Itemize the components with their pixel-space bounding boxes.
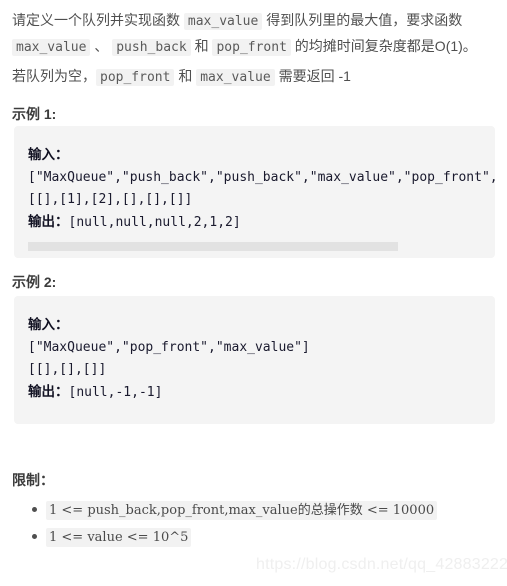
example-1-input-line-1: ["MaxQueue","push_back","push_back","max… [28,170,495,185]
limits-list: 1 <= push_back,pop_front,max_value的总操作数 … [0,498,507,552]
example-1-code-content: 输入： ["MaxQueue","push_back","push_back","… [14,126,495,248]
example-1-code-block[interactable]: 输入： ["MaxQueue","push_back","push_back","… [14,126,495,258]
problem-description-paragraph-1: 请定义一个队列并实现函数 max_value 得到队列里的最大值，要求函数 ma… [0,8,507,60]
list-item: 1 <= value <= 10^5 [32,525,497,550]
limit-item-2-code: 1 <= value <= 10^5 [46,528,192,547]
problem-description-paragraph-2: 若队列为空， pop_front 和 max_value 需要返回 -1 [0,64,507,90]
watermark: https://blog.csdn.net/qq_42883222 [256,556,507,573]
empty-queue-text-2: 和 [174,68,197,84]
example-2-input-line-1: ["MaxQueue","pop_front","max_value"] [28,340,310,355]
empty-queue-text-1: 若队列为空， [12,68,96,84]
empty-queue-text-3: 需要返回 -1 [274,68,351,84]
example-1-output-value: [null,null,null,2,1,2] [68,215,241,230]
example-1-horizontal-scrollbar[interactable] [28,242,481,251]
example-2-output-value: [null,-1,-1] [68,385,163,400]
scrollbar-thumb[interactable] [28,242,398,251]
description-text-2: 得到队列里的最大值，要求函数 [262,12,463,28]
inline-code-max-value-1: max_value [183,13,263,30]
description-text-3: 、 [90,38,113,54]
inline-code-pop-front: pop_front [212,39,291,56]
example-2-input-line-2: [[],[],[]] [28,362,107,377]
inline-code-max-value-2: max_value [12,39,91,56]
description-text-5: 的均摊时间复杂度都是O(1)。 [290,38,477,54]
example-2-code-content: 输入： ["MaxQueue","pop_front","max_value"] [… [14,296,495,418]
example-1-input-label: 输入： [28,147,69,163]
limit-item-1-code: 1 <= push_back,pop_front,max_value的总操作数 … [46,501,438,520]
inline-code-max-value-3: max_value [196,69,275,86]
example-1-input-line-2: [[],[1],[2],[],[],[]] [28,192,193,207]
bullet-icon [32,507,37,512]
problem-statement-page: 请定义一个队列并实现函数 max_value 得到队列里的最大值，要求函数 ma… [0,0,507,586]
description-text-4: 和 [190,38,213,54]
bullet-icon [32,534,37,539]
example-2-code-block[interactable]: 输入： ["MaxQueue","pop_front","max_value"] [… [14,296,495,424]
example-2-input-label: 输入： [28,317,69,333]
limits-heading: 限制： [12,472,54,488]
inline-code-push-back: push_back [112,39,191,56]
example-1-heading: 示例 1: [12,106,57,122]
example-1-output-label: 输出： [28,214,69,230]
list-item: 1 <= push_back,pop_front,max_value的总操作数 … [32,498,497,523]
description-text-1: 请定义一个队列并实现函数 [12,12,184,28]
example-2-heading: 示例 2: [12,274,57,290]
example-2-output-label: 输出： [28,384,69,400]
inline-code-pop-front-2: pop_front [96,69,175,86]
